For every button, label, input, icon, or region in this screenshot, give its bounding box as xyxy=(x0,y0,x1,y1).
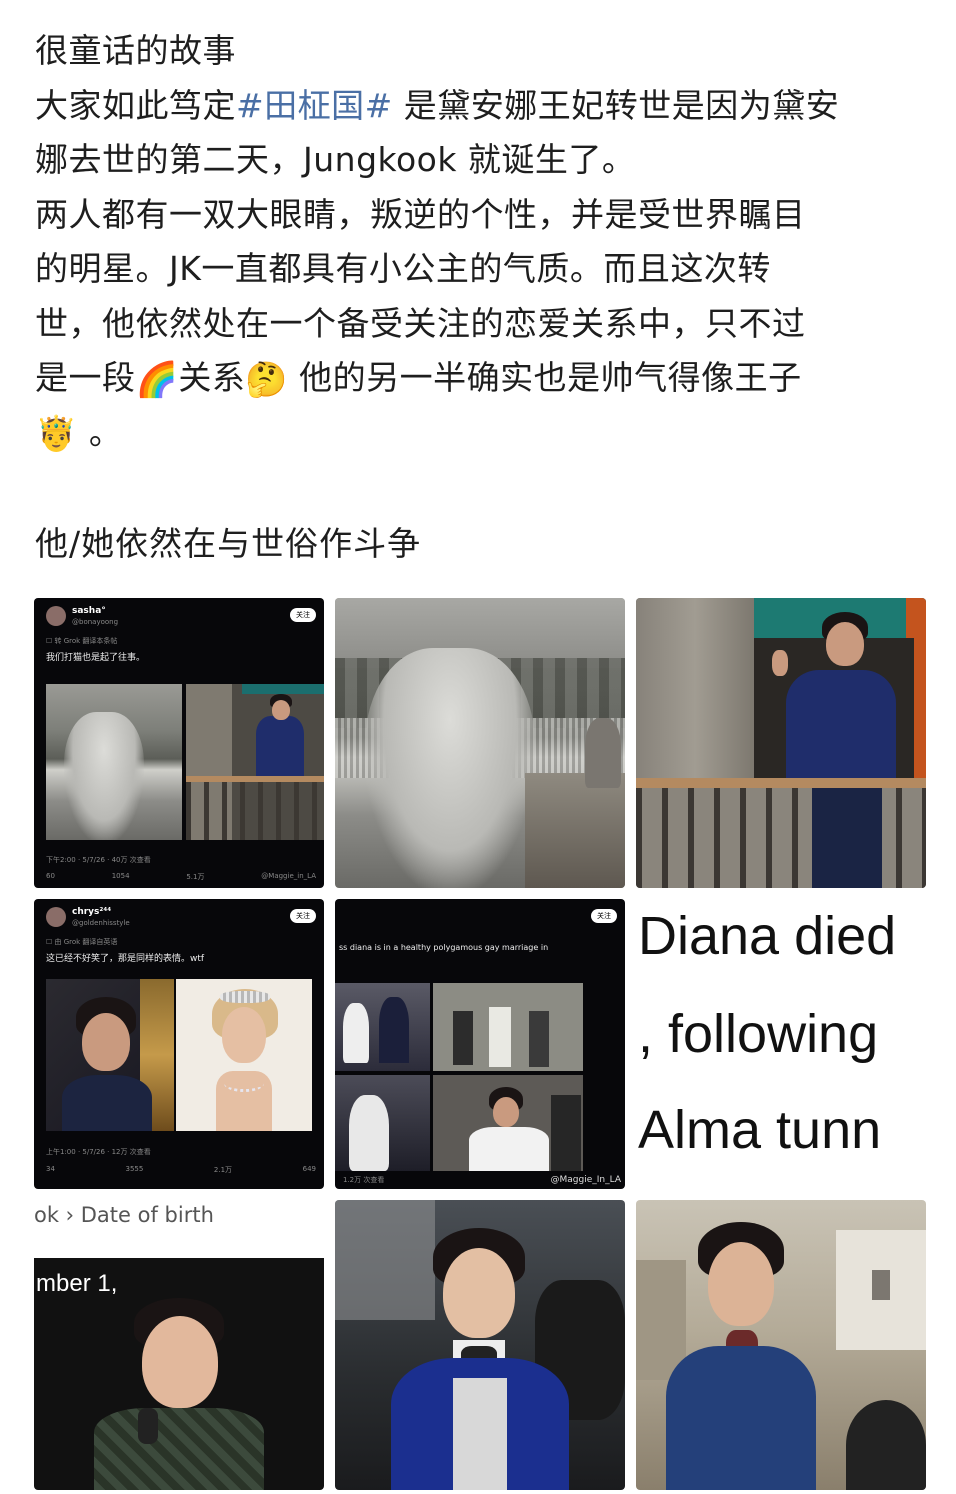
post-text-segment: 娜去世的第二天，Jungkook 就诞生了。 xyxy=(35,140,636,179)
follow-button: 关注 xyxy=(290,909,316,923)
post-text-segment: 是一段 xyxy=(35,358,136,397)
follow-button: 关注 xyxy=(591,909,617,923)
watermark: @Maggie_In_LA xyxy=(550,1175,621,1185)
tweet-text: ss diana is in a healthy polygamous gay … xyxy=(339,943,549,952)
post-line-6: 世，他依然处在一个备受关注的恋爱关系中，只不过 xyxy=(35,297,925,352)
wedding-photo-1 xyxy=(335,983,430,1071)
rainbow-emoji-icon: 🌈 xyxy=(135,359,179,400)
watermark: @Maggie_in_LA xyxy=(261,872,316,880)
post-text-segment: 关系 xyxy=(178,358,246,397)
post-text-segment: 是黛安娜王妃转世是因为黛安 xyxy=(392,85,840,125)
tweet-screenshot-image-2[interactable]: chrys²⁴⁴ @goldenhisstyle 关注 ☐ 由 Grok 翻译自… xyxy=(34,899,324,1189)
post-line-4: 两人都有一双大眼睛，叛逆的个性，并是受世界瞩目 xyxy=(35,188,925,243)
hashtag-link[interactable]: #田柾国# xyxy=(236,86,393,125)
avatar xyxy=(46,606,66,626)
tweet-timestamp: 上午1:00 · 5/7/26 · 12万 次查看 xyxy=(46,1148,151,1156)
image-grid: sasha° @bonayoong 关注 ☐ 转 Grok 翻译本条帖 我们打猫… xyxy=(34,598,927,1490)
post-line-8: 🤴 。 xyxy=(35,406,925,461)
post-body: 很童话的故事 大家如此笃定#田柾国# 是黛安娜王妃转世是因为黛安 娜去世的第二天… xyxy=(35,24,925,460)
bride-photo xyxy=(46,684,182,840)
wiki-text-image[interactable]: Diana died , following Alma tunn xyxy=(636,899,926,1189)
post-subtitle: 他/她依然在与世俗作斗争 xyxy=(35,524,422,563)
post-text-segment: 大家如此笃定 xyxy=(35,85,236,125)
bookmark-count: 649 xyxy=(302,1165,316,1173)
post-line-5: 的明星。JK一直都具有小公主的气质。而且这次转 xyxy=(35,242,925,297)
text-line-2: , following xyxy=(638,1004,879,1064)
bride-figure xyxy=(365,648,535,888)
wedding-photo-3 xyxy=(335,1075,430,1171)
post-text-segment: 两人都有一双大眼睛，叛逆的个性，并是受世界瞩目 xyxy=(35,194,806,234)
man-figure xyxy=(786,670,896,780)
post-line-1: 很童话的故事 xyxy=(35,24,925,79)
date-of-birth-image[interactable]: ok › Date of birth mber 1, xyxy=(34,1200,324,1490)
reply-count: 34 xyxy=(46,1165,55,1173)
partial-date-text: mber 1, xyxy=(36,1270,118,1297)
wedding-photo-2 xyxy=(433,983,583,1071)
tweet-author-name: sasha° xyxy=(72,606,106,616)
tweet-author-handle: @goldenhisstyle xyxy=(72,919,130,927)
post-line-2: 大家如此笃定#田柾国# 是黛安娜王妃转世是因为黛安 xyxy=(35,79,925,134)
text-line-3: Alma tunn xyxy=(638,1100,882,1160)
prince-blue-suit-image-1[interactable] xyxy=(335,1200,625,1490)
tweet-author-handle: @bonayoong xyxy=(72,618,119,626)
post-text-segment: 的明星。JK一直都具有小公主的气质。而且这次转 xyxy=(35,249,771,288)
tweet-timestamp: 下午2:00 · 5/7/26 · 40万 次查看 xyxy=(46,856,151,864)
bride-figure xyxy=(64,712,144,840)
man-balcony-image[interactable] xyxy=(636,598,926,888)
translate-note: ☐ 由 Grok 翻译自英语 xyxy=(46,938,118,946)
text-line-1: Diana died xyxy=(638,906,897,966)
post-line-7: 是一段🌈关系🤔 他的另一半确实也是帅气得像王子 xyxy=(35,351,925,406)
reply-count: 60 xyxy=(46,872,55,880)
post-text-segment: 世，他依然处在一个备受关注的恋爱关系中，只不过 xyxy=(35,303,806,343)
prince-emoji-icon: 🤴 xyxy=(35,414,78,454)
post-text-segment: 很童话的故事 xyxy=(35,31,236,70)
view-count: 1.2万 次查看 xyxy=(343,1176,385,1184)
translate-note: ☐ 转 Grok 翻译本条帖 xyxy=(46,637,118,645)
wedding-collage-image[interactable]: 关注 ss diana is in a healthy polygamous g… xyxy=(335,899,625,1189)
follow-button: 关注 xyxy=(290,608,316,622)
tweet-text: 我们打猫也是起了往事。 xyxy=(46,653,146,663)
wedding-photo-4 xyxy=(433,1075,583,1171)
repost-count: 3555 xyxy=(125,1165,144,1173)
princess-photo xyxy=(176,979,312,1131)
repost-count: 1054 xyxy=(111,872,130,880)
post-text-segment: 他的另一半确实也是帅气得像王子 xyxy=(288,358,802,397)
post-text-segment: 。 xyxy=(77,412,123,452)
tweet-author-name: chrys²⁴⁴ xyxy=(72,907,112,917)
date-of-birth-label: ok › Date of birth xyxy=(34,1200,324,1258)
like-count: 2.1万 xyxy=(213,1166,233,1174)
balcony-photo xyxy=(186,684,324,840)
man-closeup-photo xyxy=(46,979,174,1131)
tweet-screenshot-image-1[interactable]: sasha° @bonayoong 关注 ☐ 转 Grok 翻译本条帖 我们打猫… xyxy=(34,598,324,888)
like-count: 5.1万 xyxy=(186,873,205,881)
tweet-text: 这已经不好笑了，那是同样的表情。wtf xyxy=(46,954,205,964)
post-line-3: 娜去世的第二天，Jungkook 就诞生了。 xyxy=(35,133,925,188)
thinking-emoji-icon: 🤔 xyxy=(245,359,289,400)
bride-balcony-image[interactable] xyxy=(335,598,625,888)
avatar xyxy=(46,907,66,927)
prince-blue-suit-image-2[interactable] xyxy=(636,1200,926,1490)
tweet-stats: 34 3555 2.1万 649 xyxy=(46,1165,316,1175)
tweet-stats: 60 1054 5.1万 @Maggie_in_LA xyxy=(46,872,316,882)
